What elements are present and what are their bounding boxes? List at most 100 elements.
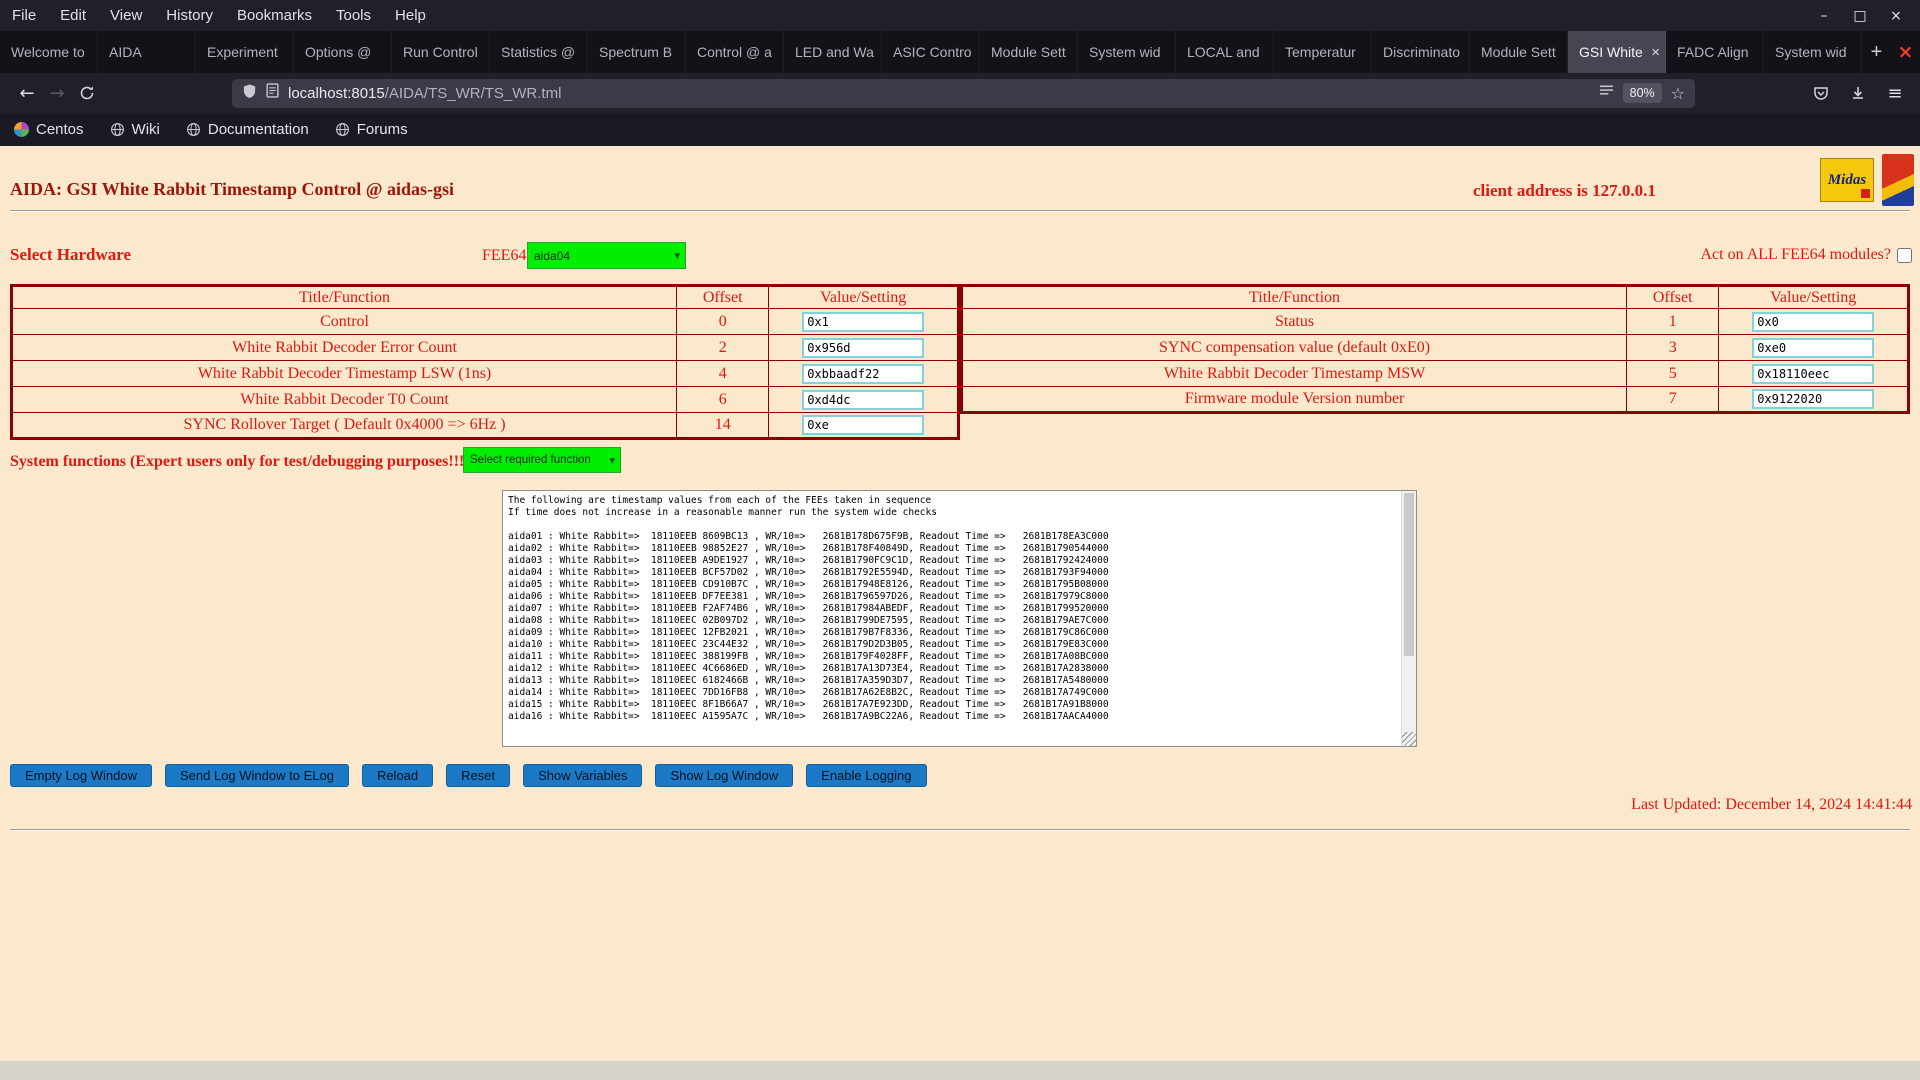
system-functions-select[interactable]: Select required function ▾ [463,447,621,473]
value-input-control[interactable] [802,311,925,332]
value-input-firmware-module-version-number[interactable] [1752,389,1875,409]
menu-file[interactable]: File [0,0,48,31]
tab-system-wid[interactable]: System wid [1078,31,1176,73]
bookmark-label: Centos [36,121,84,138]
tab-discriminato[interactable]: Discriminato [1372,31,1470,73]
tab-temperatur[interactable]: Temperatur [1274,31,1372,73]
reader-mode-icon[interactable] [1599,84,1614,103]
reset-button[interactable]: Reset [446,764,511,787]
bookmark-centos[interactable]: Centos [14,121,84,138]
url-host: localhost:8015 [288,84,385,102]
header-offset: Offset [676,285,770,309]
fee64-select[interactable]: aida04 ▾ [527,242,686,269]
value-input-sync-rollover-target-default-0x4000-6hz[interactable] [802,415,925,435]
table-header-row: Title/Function Offset Value/Setting [10,285,959,309]
register-row: White Rabbit Decoder Timestamp MSW 5 [960,360,1909,387]
back-icon[interactable]: ← [12,78,42,108]
bookmark-forums[interactable]: Forums [335,121,408,138]
register-value-cell [1718,360,1909,387]
bookmark-wiki[interactable]: Wiki [110,121,160,138]
register-title: White Rabbit Decoder Timestamp LSW (1ns) [10,360,678,387]
show-log-window-button[interactable]: Show Log Window [655,764,794,787]
value-input-white-rabbit-decoder-error-count[interactable] [802,337,925,358]
scrollbar-thumb[interactable] [1404,493,1414,657]
reload-button[interactable]: Reload [361,764,434,787]
tab-module-sett[interactable]: Module Sett [980,31,1078,73]
empty-log-window-button[interactable]: Empty Log Window [10,764,152,787]
reload-icon[interactable] [72,78,102,108]
header-offset: Offset [1626,285,1720,309]
downloads-icon[interactable] [1843,78,1873,108]
act-all-checkbox[interactable] [1897,247,1912,263]
log-window[interactable]: The following are timestamp values from … [502,490,1417,747]
menu-bar-items: File Edit View History Bookmarks Tools Help [0,0,438,31]
value-input-sync-compensation-value-default-0xe0[interactable] [1752,337,1875,358]
last-updated: Last Updated: December 14, 2024 14:41:44 [1631,796,1912,813]
register-value-cell [768,334,959,361]
register-row: Status 1 [960,308,1909,335]
tab-led-and-wa[interactable]: LED and Wa [784,31,882,73]
bookmark-star-icon[interactable]: ☆ [1671,84,1685,103]
tab-welcome-to[interactable]: Welcome to [0,31,98,73]
register-title: White Rabbit Decoder T0 Count [10,386,678,413]
register-title: Status [960,308,1628,335]
resize-grip-icon[interactable] [1402,732,1416,746]
close-icon[interactable]: × [1888,8,1904,24]
shield-icon[interactable] [242,83,257,104]
register-title: White Rabbit Decoder Error Count [10,334,678,361]
act-all-label: Act on ALL FEE64 modules? [1700,246,1892,263]
value-input-white-rabbit-decoder-t0-count[interactable] [802,389,925,410]
action-buttons: Empty Log Window Send Log Window to ELog R… [10,764,927,787]
register-rows-left: Control0White Rabbit Decoder Error Count… [10,308,959,439]
log-scrollbar[interactable] [1401,491,1416,746]
tab-spectrum-b[interactable]: Spectrum B [588,31,686,73]
bookmark-label: Documentation [207,121,309,138]
menu-history[interactable]: History [154,0,225,31]
value-input-white-rabbit-decoder-timestamp-msw[interactable] [1752,363,1875,384]
tab-run-control[interactable]: Run Control [392,31,490,73]
pocket-icon[interactable] [1806,78,1836,108]
menu-view[interactable]: View [98,0,154,31]
tab-system-wid[interactable]: System wid [1764,31,1862,73]
tab-gsi-white[interactable]: GSI White × [1568,31,1666,73]
menu-edit[interactable]: Edit [48,0,98,31]
register-value-cell [1718,308,1909,335]
log-text: The following are timestamp values from … [508,495,1109,722]
bookmark-documentation[interactable]: Documentation [186,121,309,138]
show-variables-button[interactable]: Show Variables [523,764,643,787]
tab-asic-contro[interactable]: ASIC Contro [882,31,980,73]
tab-fadc-align[interactable]: FADC Align [1666,31,1764,73]
window-close-icon[interactable]: × [1891,31,1920,73]
register-row: Firmware module Version number 7 [960,386,1909,413]
centos-icon [14,122,29,137]
tab-control-a[interactable]: Control @ a [686,31,784,73]
tab-aida[interactable]: AIDA [98,31,196,73]
url-bar[interactable]: localhost:8015/AIDA/TS_WR/TS_WR.tml 80% … [232,78,1695,108]
minimize-icon[interactable]: – [1816,8,1832,24]
send-log-window-to-elog-button[interactable]: Send Log Window to ELog [165,764,349,787]
table-header-row: Title/Function Offset Value/Setting [960,285,1909,309]
site-info-icon[interactable] [266,83,279,103]
enable-logging-button[interactable]: Enable Logging [806,764,927,787]
tab-local-and[interactable]: LOCAL and [1176,31,1274,73]
menu-tools[interactable]: Tools [324,0,383,31]
menu-bookmarks[interactable]: Bookmarks [225,0,324,31]
menu-hamburger-icon[interactable]: ≡ [1880,78,1910,108]
register-value-cell [1718,386,1909,413]
zoom-level-badge[interactable]: 80% [1622,83,1662,103]
maximize-icon[interactable]: □ [1852,8,1868,24]
tab-module-sett[interactable]: Module Sett [1470,31,1568,73]
tab-close-icon[interactable]: × [1651,44,1660,61]
window-controls: – □ × [1816,8,1920,24]
navigation-bar: ← → localhost:8015/AIDA/TS_WR/TS_WR.tml … [0,73,1920,113]
value-input-status[interactable] [1752,311,1875,332]
tab-statistics[interactable]: Statistics @ [490,31,588,73]
new-tab-button[interactable]: + [1862,31,1891,73]
tab-options[interactable]: Options @ [294,31,392,73]
value-input-white-rabbit-decoder-timestamp-lsw-1ns[interactable] [802,363,925,384]
url-text[interactable]: localhost:8015/AIDA/TS_WR/TS_WR.tml [288,85,1590,102]
tab-experiment[interactable]: Experiment [196,31,294,73]
register-row: White Rabbit Decoder T0 Count 6 [10,386,959,413]
menu-help[interactable]: Help [383,0,438,31]
bottom-strip [0,1061,1920,1080]
